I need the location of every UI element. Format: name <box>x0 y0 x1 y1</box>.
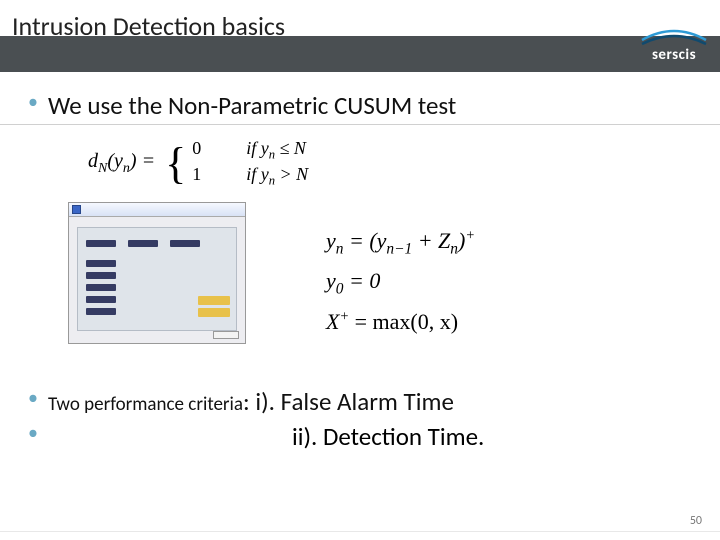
scr-button <box>198 308 230 317</box>
bullet-criteria-i: • Two performance criteria: i). False Al… <box>28 386 692 417</box>
scr-block <box>86 240 116 247</box>
case-1: 1 if yn > N <box>192 163 308 189</box>
bullet-main: • We use the Non-Parametric CUSUM test <box>28 90 692 121</box>
page-number: 50 <box>690 514 702 528</box>
slide-body: • We use the Non-Parametric CUSUM test d… <box>0 72 720 452</box>
brand-logo: serscis <box>638 26 710 64</box>
formula-lhs: dN(yn) = <box>88 150 155 177</box>
logo-swoosh-icon <box>638 26 710 48</box>
formula-y0: y0 = 0 <box>326 262 475 303</box>
scr-footer-button <box>213 331 239 339</box>
scr-block <box>170 240 200 247</box>
scr-block <box>86 296 116 303</box>
formula-cases: 0 if yn ≤ N 1 if yn > N <box>192 137 308 190</box>
criteria-block: • Two performance criteria: i). False Al… <box>28 386 692 452</box>
footer-divider <box>0 531 720 532</box>
bullet-main-text: We use the Non-Parametric CUSUM test <box>48 90 456 121</box>
brace-icon: { <box>165 146 186 181</box>
scr-block <box>86 260 116 267</box>
formula-yn: yn = (yn−1 + Zn)+ <box>326 222 475 263</box>
embedded-screenshot <box>68 202 246 344</box>
scr-block <box>86 272 116 279</box>
bullet-icon: • <box>28 386 38 410</box>
bullet-icon: • <box>28 421 38 445</box>
slide-header: Intrusion Detection basics serscis <box>0 0 720 72</box>
mid-row: yn = (yn−1 + Zn)+ y0 = 0 X+ = max(0, x) <box>28 202 692 344</box>
slide-title: Intrusion Detection basics <box>12 10 285 42</box>
case-0: 0 if yn ≤ N <box>192 137 308 163</box>
formula-column: yn = (yn−1 + Zn)+ y0 = 0 X+ = max(0, x) <box>326 222 475 341</box>
scr-block <box>86 284 116 291</box>
criteria-line-2: ii). Detection Time. <box>292 421 484 452</box>
scr-block <box>128 240 158 247</box>
divider-line <box>0 124 720 125</box>
screenshot-panel <box>77 227 237 331</box>
scr-block <box>86 308 116 315</box>
logo-text: serscis <box>638 46 710 64</box>
screenshot-app-icon <box>72 205 81 214</box>
screenshot-titlebar <box>69 203 245 217</box>
bullet-icon: • <box>28 90 38 114</box>
bullet-criteria-ii: • ii). Detection Time. <box>28 421 692 452</box>
scr-button <box>198 296 230 305</box>
formula-xplus: X+ = max(0, x) <box>326 303 475 340</box>
formula-dn: dN(yn) = { 0 if yn ≤ N 1 if yn > N <box>88 137 692 190</box>
criteria-line-1: Two performance criteria: i). False Alar… <box>48 386 454 417</box>
